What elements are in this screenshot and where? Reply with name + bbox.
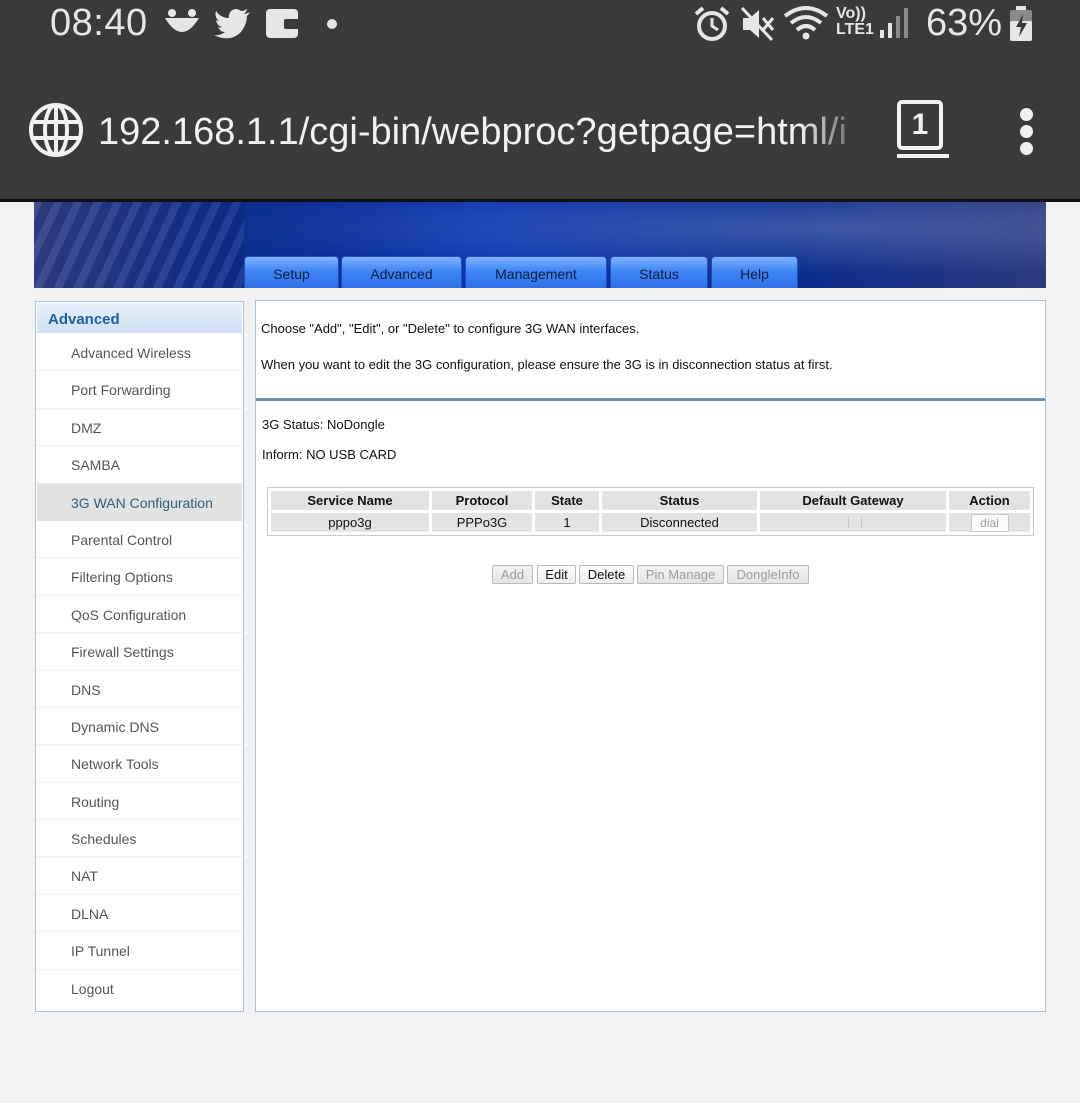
sidebar-item-ip-tunnel[interactable]: IP Tunnel xyxy=(37,932,242,970)
sidebar-item-dns[interactable]: DNS xyxy=(37,671,242,708)
sidebar-item-schedules[interactable]: Schedules xyxy=(37,820,242,858)
cell-protocol: PPPo3G xyxy=(432,513,532,532)
col-protocol: Protocol xyxy=(432,491,532,510)
battery-charging-icon xyxy=(1010,6,1032,41)
sidebar-title: Advanced xyxy=(37,303,242,333)
twitter-icon xyxy=(214,9,250,39)
tab-switcher-button[interactable]: 1 xyxy=(897,100,943,150)
gateway-separator xyxy=(861,517,862,528)
wan-interfaces-table: Service Name Protocol State Status Defau… xyxy=(267,487,1034,536)
sidebar-item-nat[interactable]: NAT xyxy=(37,857,242,895)
signal-strength-icon xyxy=(880,8,908,38)
col-default-gateway: Default Gateway xyxy=(760,491,946,510)
url-fade-overlay xyxy=(800,104,870,160)
network-type-label: LTE1 xyxy=(836,21,874,38)
smiley-app-icon xyxy=(165,9,199,32)
col-service-name: Service Name xyxy=(271,491,429,510)
cell-action: dial xyxy=(949,513,1030,532)
sidebar-item-dlna[interactable]: DLNA xyxy=(37,895,242,933)
inform-text: Inform: NO USB CARD xyxy=(262,447,397,462)
sidebar-item-port-forwarding[interactable]: Port Forwarding xyxy=(37,371,242,409)
more-notifications-dot-icon xyxy=(327,19,337,29)
status-time: 08:40 xyxy=(50,2,148,44)
banner-pattern xyxy=(34,202,244,288)
tab-help[interactable]: Help xyxy=(711,256,798,288)
globe-icon[interactable] xyxy=(28,102,84,158)
sidebar-item-advanced-wireless[interactable]: Advanced Wireless xyxy=(37,334,242,372)
add-button[interactable]: Add xyxy=(492,565,533,584)
kebab-dot-icon xyxy=(1019,142,1033,155)
tab-advanced[interactable]: Advanced xyxy=(341,256,462,288)
sidebar-item-filtering-options[interactable]: Filtering Options xyxy=(37,558,242,596)
cell-status: Disconnected xyxy=(602,513,757,532)
browser-chrome: 08:40 Vo)) LTE1 63% 192.168.1.1/cgi-bin/… xyxy=(0,0,1080,201)
sidebar-item-parental-control[interactable]: Parental Control xyxy=(37,521,242,559)
col-action: Action xyxy=(949,491,1030,510)
pin-manage-button[interactable]: Pin Manage xyxy=(637,565,724,584)
tab-status[interactable]: Status xyxy=(610,256,708,288)
section-divider xyxy=(256,398,1045,401)
intro-text: Choose "Add", "Edit", or "Delete" to con… xyxy=(261,321,640,336)
alarm-icon xyxy=(694,6,730,41)
wifi-icon xyxy=(783,6,829,40)
sidebar-item-network-tools[interactable]: Network Tools xyxy=(37,745,242,783)
cell-default-gateway xyxy=(760,513,946,532)
cell-state: 1 xyxy=(535,513,599,532)
dongle-info-button[interactable]: DongleInfo xyxy=(727,565,809,584)
browser-menu-button[interactable] xyxy=(1016,108,1036,155)
delete-button[interactable]: Delete xyxy=(579,565,634,584)
sidebar-item-samba[interactable]: SAMBA xyxy=(37,446,242,484)
dial-button[interactable]: dial xyxy=(970,513,1009,532)
kebab-dot-icon xyxy=(1019,108,1033,121)
kebab-dot-icon xyxy=(1019,125,1033,138)
sidebar-item-dmz[interactable]: DMZ xyxy=(37,409,242,447)
sidebar-item-qos-configuration[interactable]: QoS Configuration xyxy=(37,596,242,634)
main-content: Choose "Add", "Edit", or "Delete" to con… xyxy=(255,300,1046,1012)
page-bottom-background xyxy=(0,1012,1080,1103)
sidebar-item-logout[interactable]: Logout xyxy=(37,970,242,1007)
sidebar: Advanced Advanced Wireless Port Forwardi… xyxy=(35,301,244,1012)
table-row: pppo3g PPPo3G 1 Disconnected dial xyxy=(271,513,1030,532)
muted-volume-icon xyxy=(740,6,775,42)
col-state: State xyxy=(535,491,599,510)
cell-service-name: pppo3g xyxy=(271,513,429,532)
tab-management[interactable]: Management xyxy=(465,256,607,288)
table-header-row: Service Name Protocol State Status Defau… xyxy=(271,491,1030,510)
3g-status-text: 3G Status: NoDongle xyxy=(262,417,385,432)
battery-percent: 63% xyxy=(926,2,1003,44)
address-bar-url[interactable]: 192.168.1.1/cgi-bin/webproc?getpage=html… xyxy=(98,108,868,158)
volte-lte-indicator: Vo)) LTE1 xyxy=(836,5,874,38)
tab-switcher-underline xyxy=(897,154,949,158)
sidebar-item-firewall-settings[interactable]: Firewall Settings xyxy=(37,633,242,671)
sidebar-item-routing[interactable]: Routing xyxy=(37,783,242,821)
wallet-icon xyxy=(266,9,300,38)
edit-button[interactable]: Edit xyxy=(537,565,576,584)
tab-setup[interactable]: Setup xyxy=(244,256,339,288)
gateway-separator xyxy=(848,517,849,528)
intro-note: When you want to edit the 3G configurati… xyxy=(261,357,833,372)
sidebar-item-dynamic-dns[interactable]: Dynamic DNS xyxy=(37,708,242,746)
col-status: Status xyxy=(602,491,757,510)
sidebar-item-3g-wan-configuration[interactable]: 3G WAN Configuration xyxy=(37,483,242,521)
